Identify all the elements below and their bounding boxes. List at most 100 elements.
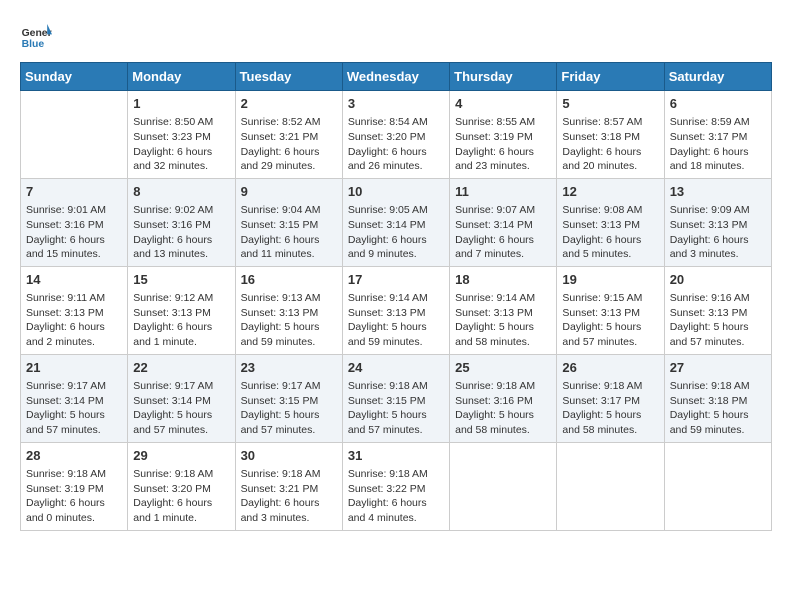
day-info: Sunrise: 9:12 AM Sunset: 3:13 PM Dayligh… [133,291,229,350]
day-number: 29 [133,447,229,465]
day-number: 21 [26,359,122,377]
day-info: Sunrise: 9:18 AM Sunset: 3:15 PM Dayligh… [348,379,444,438]
calendar-cell: 22 Sunrise: 9:17 AM Sunset: 3:14 PM Dayli… [128,354,235,442]
day-number: 2 [241,95,337,113]
day-info: Sunrise: 8:59 AM Sunset: 3:17 PM Dayligh… [670,115,766,174]
calendar-cell: 7 Sunrise: 9:01 AM Sunset: 3:16 PM Daylig… [21,178,128,266]
calendar-cell: 17 Sunrise: 9:14 AM Sunset: 3:13 PM Dayli… [342,266,449,354]
svg-text:Blue: Blue [22,39,45,50]
weekday-header-wednesday: Wednesday [342,63,449,91]
day-info: Sunrise: 9:08 AM Sunset: 3:13 PM Dayligh… [562,203,658,262]
day-info: Sunrise: 8:50 AM Sunset: 3:23 PM Dayligh… [133,115,229,174]
day-number: 5 [562,95,658,113]
day-number: 1 [133,95,229,113]
weekday-header-saturday: Saturday [664,63,771,91]
day-info: Sunrise: 9:01 AM Sunset: 3:16 PM Dayligh… [26,203,122,262]
logo: General Blue [20,20,52,52]
calendar-cell: 12 Sunrise: 9:08 AM Sunset: 3:13 PM Dayli… [557,178,664,266]
day-info: Sunrise: 9:09 AM Sunset: 3:13 PM Dayligh… [670,203,766,262]
calendar-cell: 30 Sunrise: 9:18 AM Sunset: 3:21 PM Dayli… [235,442,342,530]
day-number: 20 [670,271,766,289]
day-number: 22 [133,359,229,377]
calendar-cell: 14 Sunrise: 9:11 AM Sunset: 3:13 PM Dayli… [21,266,128,354]
weekday-header-monday: Monday [128,63,235,91]
calendar-cell [557,442,664,530]
day-info: Sunrise: 9:16 AM Sunset: 3:13 PM Dayligh… [670,291,766,350]
calendar-cell: 25 Sunrise: 9:18 AM Sunset: 3:16 PM Dayli… [450,354,557,442]
calendar-table: SundayMondayTuesdayWednesdayThursdayFrid… [20,62,772,531]
calendar-cell: 15 Sunrise: 9:12 AM Sunset: 3:13 PM Dayli… [128,266,235,354]
day-number: 9 [241,183,337,201]
calendar-week-row: 7 Sunrise: 9:01 AM Sunset: 3:16 PM Daylig… [21,178,772,266]
day-info: Sunrise: 9:18 AM Sunset: 3:17 PM Dayligh… [562,379,658,438]
day-info: Sunrise: 9:17 AM Sunset: 3:14 PM Dayligh… [133,379,229,438]
calendar-week-row: 21 Sunrise: 9:17 AM Sunset: 3:14 PM Dayli… [21,354,772,442]
calendar-cell: 11 Sunrise: 9:07 AM Sunset: 3:14 PM Dayli… [450,178,557,266]
day-info: Sunrise: 9:04 AM Sunset: 3:15 PM Dayligh… [241,203,337,262]
day-number: 4 [455,95,551,113]
day-number: 13 [670,183,766,201]
day-info: Sunrise: 9:17 AM Sunset: 3:14 PM Dayligh… [26,379,122,438]
day-info: Sunrise: 9:05 AM Sunset: 3:14 PM Dayligh… [348,203,444,262]
calendar-cell [664,442,771,530]
calendar-cell: 4 Sunrise: 8:55 AM Sunset: 3:19 PM Daylig… [450,91,557,179]
day-info: Sunrise: 8:54 AM Sunset: 3:20 PM Dayligh… [348,115,444,174]
day-number: 16 [241,271,337,289]
calendar-cell: 16 Sunrise: 9:13 AM Sunset: 3:13 PM Dayli… [235,266,342,354]
calendar-cell: 13 Sunrise: 9:09 AM Sunset: 3:13 PM Dayli… [664,178,771,266]
day-number: 25 [455,359,551,377]
calendar-cell: 5 Sunrise: 8:57 AM Sunset: 3:18 PM Daylig… [557,91,664,179]
day-info: Sunrise: 9:13 AM Sunset: 3:13 PM Dayligh… [241,291,337,350]
day-info: Sunrise: 8:55 AM Sunset: 3:19 PM Dayligh… [455,115,551,174]
calendar-week-row: 1 Sunrise: 8:50 AM Sunset: 3:23 PM Daylig… [21,91,772,179]
day-number: 6 [670,95,766,113]
day-info: Sunrise: 9:18 AM Sunset: 3:21 PM Dayligh… [241,467,337,526]
day-info: Sunrise: 9:17 AM Sunset: 3:15 PM Dayligh… [241,379,337,438]
day-info: Sunrise: 9:14 AM Sunset: 3:13 PM Dayligh… [348,291,444,350]
day-info: Sunrise: 9:18 AM Sunset: 3:18 PM Dayligh… [670,379,766,438]
calendar-cell: 8Sunrise: 9:02 AM Sunset: 3:16 PM Daylig… [128,178,235,266]
day-info: Sunrise: 9:18 AM Sunset: 3:20 PM Dayligh… [133,467,229,526]
day-info: Sunrise: 9:11 AM Sunset: 3:13 PM Dayligh… [26,291,122,350]
day-info: Sunrise: 9:18 AM Sunset: 3:22 PM Dayligh… [348,467,444,526]
day-info: Sunrise: 9:07 AM Sunset: 3:14 PM Dayligh… [455,203,551,262]
day-number: 14 [26,271,122,289]
calendar-cell: 24 Sunrise: 9:18 AM Sunset: 3:15 PM Dayli… [342,354,449,442]
day-info: Sunrise: 9:14 AM Sunset: 3:13 PM Dayligh… [455,291,551,350]
calendar-cell: 6 Sunrise: 8:59 AM Sunset: 3:17 PM Daylig… [664,91,771,179]
calendar-cell: 21 Sunrise: 9:17 AM Sunset: 3:14 PM Dayli… [21,354,128,442]
calendar-cell: 28Sunrise: 9:18 AM Sunset: 3:19 PM Dayli… [21,442,128,530]
calendar-cell: 23 Sunrise: 9:17 AM Sunset: 3:15 PM Dayli… [235,354,342,442]
calendar-cell: 18 Sunrise: 9:14 AM Sunset: 3:13 PM Dayli… [450,266,557,354]
day-number: 30 [241,447,337,465]
calendar-cell: 2Sunrise: 8:52 AM Sunset: 3:21 PM Daylig… [235,91,342,179]
day-number: 3 [348,95,444,113]
day-number: 7 [26,183,122,201]
logo-icon: General Blue [20,20,52,52]
weekday-header-row: SundayMondayTuesdayWednesdayThursdayFrid… [21,63,772,91]
calendar-cell: 9 Sunrise: 9:04 AM Sunset: 3:15 PM Daylig… [235,178,342,266]
weekday-header-tuesday: Tuesday [235,63,342,91]
calendar-week-row: 14 Sunrise: 9:11 AM Sunset: 3:13 PM Dayli… [21,266,772,354]
day-number: 31 [348,447,444,465]
day-number: 12 [562,183,658,201]
day-number: 15 [133,271,229,289]
calendar-cell: 10Sunrise: 9:05 AM Sunset: 3:14 PM Dayli… [342,178,449,266]
day-info: Sunrise: 9:02 AM Sunset: 3:16 PM Dayligh… [133,203,229,262]
day-number: 27 [670,359,766,377]
day-number: 23 [241,359,337,377]
calendar-cell [450,442,557,530]
day-info: Sunrise: 9:18 AM Sunset: 3:19 PM Dayligh… [26,467,122,526]
weekday-header-sunday: Sunday [21,63,128,91]
day-number: 17 [348,271,444,289]
day-info: Sunrise: 9:18 AM Sunset: 3:16 PM Dayligh… [455,379,551,438]
calendar-header: SundayMondayTuesdayWednesdayThursdayFrid… [21,63,772,91]
day-info: Sunrise: 9:15 AM Sunset: 3:13 PM Dayligh… [562,291,658,350]
day-info: Sunrise: 8:57 AM Sunset: 3:18 PM Dayligh… [562,115,658,174]
day-number: 11 [455,183,551,201]
day-number: 24 [348,359,444,377]
calendar-cell: 1 Sunrise: 8:50 AM Sunset: 3:23 PM Daylig… [128,91,235,179]
weekday-header-friday: Friday [557,63,664,91]
day-number: 19 [562,271,658,289]
day-number: 18 [455,271,551,289]
